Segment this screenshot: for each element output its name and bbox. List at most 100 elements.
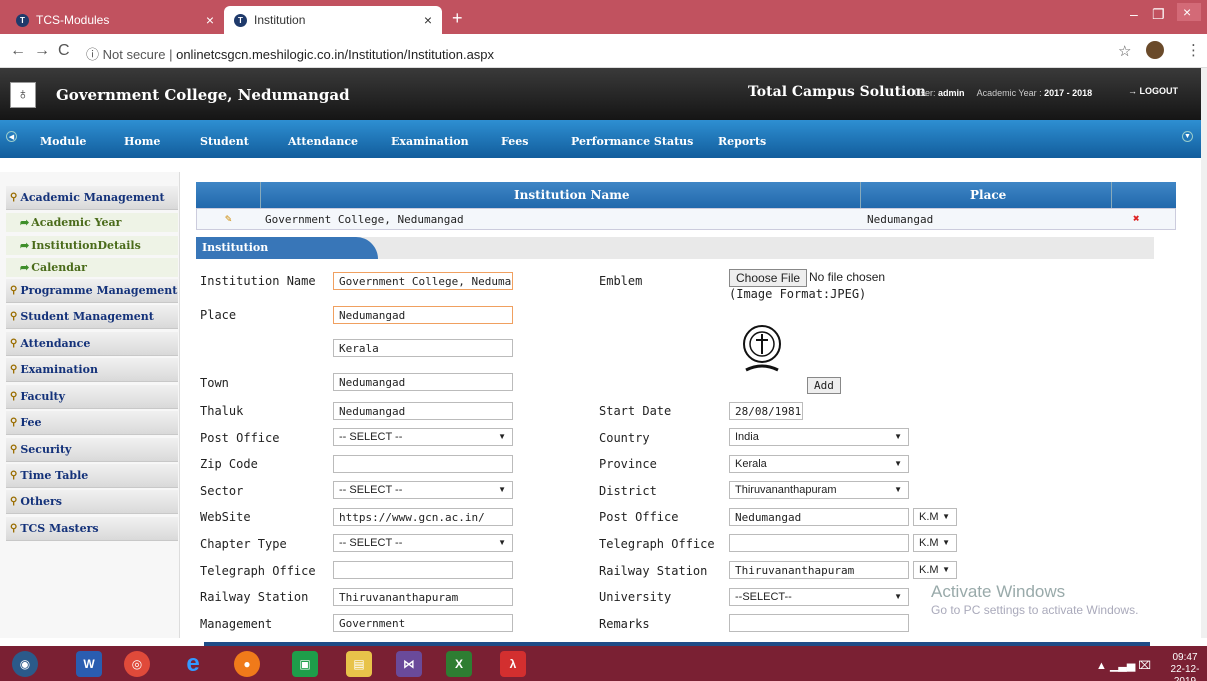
sidebar-item-examination[interactable]: ⚲ Examination	[6, 358, 178, 382]
col-place: Place	[970, 188, 1007, 202]
back-icon[interactable]: ←	[10, 42, 34, 59]
section-title: Institution	[196, 237, 378, 259]
sidebar-item-security[interactable]: ⚲ Security	[6, 438, 178, 462]
management-input[interactable]: Government	[333, 614, 513, 632]
scroll-right-icon[interactable]: ▼	[1182, 131, 1193, 142]
image-format-hint: (Image Format:JPEG)	[729, 287, 867, 301]
scroll-left-icon[interactable]: ◀	[6, 131, 17, 142]
chapter-type-select[interactable]: -- SELECT --	[333, 534, 513, 552]
forward-icon[interactable]: →	[34, 42, 58, 59]
arrow-icon: ➦	[20, 239, 30, 252]
place-input[interactable]: Nedumangad	[333, 306, 513, 324]
label-railway-station: Railway Station	[200, 590, 309, 604]
bookmark-star-icon[interactable]: ☆	[1118, 42, 1131, 60]
institution-name-input[interactable]: Government College, Nedumangad	[333, 272, 513, 290]
grid-header: Institution Name Place	[196, 182, 1176, 208]
sidebar-item-academic-management[interactable]: ⚲ Academic Management	[6, 186, 178, 210]
ie-icon[interactable]: e	[180, 650, 206, 677]
profile-avatar[interactable]	[1146, 41, 1164, 59]
telegraph-office-input[interactable]	[333, 561, 513, 579]
label-website: WebSite	[200, 510, 251, 524]
nav-attendance[interactable]: Attendance	[288, 135, 358, 148]
nav-student[interactable]: Student	[200, 135, 249, 148]
post-office-distance-input[interactable]: Nedumangad	[729, 508, 909, 526]
word-icon[interactable]: W	[76, 651, 102, 677]
label-sector: Sector	[200, 484, 244, 498]
nav-reports[interactable]: Reports	[718, 135, 766, 148]
choose-file-button[interactable]: Choose File	[729, 269, 808, 287]
nav-buttons: ←→C	[10, 42, 78, 60]
chrome-icon[interactable]: ◎	[124, 651, 150, 677]
sidebar-sub-calendar[interactable]: ➦ Calendar	[6, 258, 178, 277]
railway-unit-select[interactable]: K.M	[913, 561, 957, 579]
table-row[interactable]: ✎ Government College, Nedumangad Neduman…	[196, 208, 1176, 230]
nav-performance-status[interactable]: Performance Status	[571, 135, 693, 148]
label-post-office: Post Office	[200, 431, 280, 445]
clock[interactable]: 09:47 22-12-2019	[1163, 652, 1207, 681]
university-select[interactable]: --SELECT--	[729, 588, 909, 606]
railway-distance-input[interactable]: Thiruvananthapuram	[729, 561, 909, 579]
add-emblem-button[interactable]: Add	[807, 377, 841, 394]
sector-select[interactable]: -- SELECT --	[333, 481, 513, 499]
label-province: Province	[599, 457, 657, 471]
sidebar-item-attendance[interactable]: ⚲ Attendance	[6, 332, 178, 356]
tab-institution[interactable]: T Institution ×	[224, 6, 442, 34]
telegraph-distance-input[interactable]	[729, 534, 909, 552]
sidebar-sub-institution-details[interactable]: ➦ InstitutionDetails	[6, 236, 178, 255]
district-select[interactable]: Thiruvananthapuram	[729, 481, 909, 499]
label-telegraph-office-right: Telegraph Office	[599, 537, 715, 551]
nav-examination[interactable]: Examination	[391, 135, 469, 148]
remarks-input[interactable]	[729, 614, 909, 632]
telegraph-unit-select[interactable]: K.M	[913, 534, 957, 552]
maximize-icon[interactable]: ❐	[1152, 6, 1165, 23]
close-tab-icon[interactable]: ×	[424, 12, 432, 28]
store-icon[interactable]: ▣	[292, 651, 318, 677]
zip-input[interactable]	[333, 455, 513, 473]
close-window-icon[interactable]: ×	[1177, 3, 1201, 21]
browser-menu-icon[interactable]: ⋮	[1186, 41, 1201, 59]
logout-button[interactable]: → LOGOUT	[1128, 86, 1178, 96]
province-select[interactable]: Kerala	[729, 455, 909, 473]
visual-studio-icon[interactable]: ⋈	[396, 651, 422, 677]
url-field[interactable]: ⓘ Not secure | onlinetcsgcn.meshilogic.c…	[86, 44, 494, 63]
system-tray[interactable]: ▲ ▁▃▅ ⌧	[1096, 659, 1151, 672]
file-explorer-icon[interactable]: ▤	[346, 651, 372, 677]
thaluk-input[interactable]: Nedumangad	[333, 402, 513, 420]
label-university: University	[599, 590, 672, 604]
arrow-icon: ➦	[20, 261, 30, 274]
activate-windows-hint: Go to PC settings to activate Windows.	[931, 603, 1139, 617]
website-input[interactable]: https://www.gcn.ac.in/	[333, 508, 513, 526]
excel-icon[interactable]: X	[446, 651, 472, 677]
new-tab-button[interactable]: +	[452, 8, 463, 29]
minimize-icon[interactable]: –	[1130, 6, 1138, 22]
label-zip: Zip Code	[200, 457, 258, 471]
sidebar-item-tcs-masters[interactable]: ⚲ TCS Masters	[6, 517, 178, 541]
sidebar-item-faculty[interactable]: ⚲ Faculty	[6, 385, 178, 409]
sidebar-item-fee[interactable]: ⚲ Fee	[6, 411, 178, 435]
sidebar-sub-academic-year[interactable]: ➦ Academic Year	[6, 213, 178, 232]
post-office-unit-select[interactable]: K.M	[913, 508, 957, 526]
sidebar-item-programme-management[interactable]: ⚲ Programme Management	[6, 279, 178, 303]
close-tab-icon[interactable]: ×	[206, 12, 214, 28]
edit-icon[interactable]: ✎	[225, 212, 232, 225]
state-input[interactable]: Kerala	[333, 339, 513, 357]
delete-icon[interactable]: ✖	[1133, 212, 1140, 225]
reload-icon[interactable]: C	[58, 42, 78, 59]
acrobat-icon[interactable]: λ	[500, 651, 526, 677]
page-scrollbar[interactable]	[1201, 68, 1207, 638]
railway-station-input[interactable]: Thiruvananthapuram	[333, 588, 513, 606]
nav-home[interactable]: Home	[124, 135, 160, 148]
sidebar-item-student-management[interactable]: ⚲ Student Management	[6, 305, 178, 329]
firefox-icon[interactable]: ●	[234, 651, 260, 677]
sidebar-item-time-table[interactable]: ⚲ Time Table	[6, 464, 178, 488]
post-office-select[interactable]: -- SELECT --	[333, 428, 513, 446]
sidebar-item-others[interactable]: ⚲ Others	[6, 490, 178, 514]
nav-module[interactable]: Module	[40, 135, 86, 148]
nav-fees[interactable]: Fees	[501, 135, 528, 148]
tab-tcs-modules[interactable]: T TCS-Modules ×	[6, 6, 224, 34]
activate-windows-title: Activate Windows	[931, 582, 1066, 601]
start-date-input[interactable]: 28/08/1981	[729, 402, 803, 420]
town-input[interactable]: Nedumangad	[333, 373, 513, 391]
start-button-icon[interactable]: ◉	[12, 651, 38, 677]
country-select[interactable]: India	[729, 428, 909, 446]
